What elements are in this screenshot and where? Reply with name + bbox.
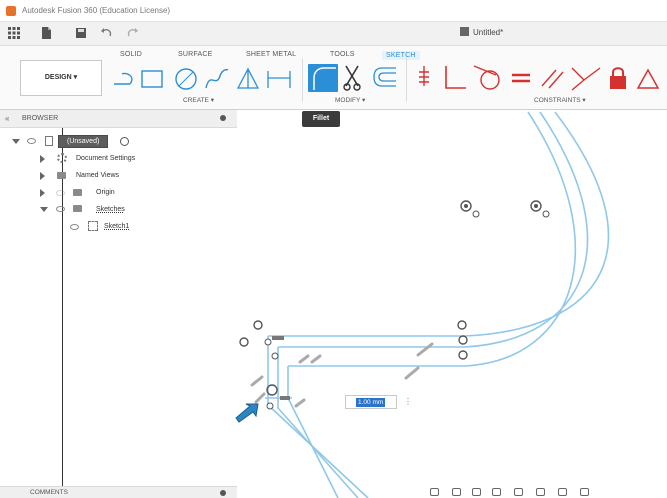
navigation-bar (420, 486, 600, 498)
zoom-icon[interactable] (492, 488, 501, 496)
concentric-icon (460, 200, 480, 218)
dimension-input[interactable]: 1.00 mm ⋮ (345, 395, 412, 409)
more-options-icon[interactable]: ⋮ (404, 397, 412, 406)
sketch-canvas[interactable] (0, 0, 667, 498)
sketch-line-inner[interactable] (287, 366, 339, 498)
tangent-marker-icon (239, 320, 272, 347)
look-at-icon[interactable] (452, 488, 461, 496)
comments-title: COMMENTS (30, 489, 68, 496)
constraint-glyphs (239, 200, 550, 410)
orbit-icon[interactable] (430, 488, 439, 496)
comments-panel-header[interactable]: COMMENTS (0, 486, 237, 498)
sketch-arc-outer[interactable] (268, 111, 610, 337)
viewports-icon[interactable] (580, 488, 589, 496)
pan-icon[interactable] (472, 488, 481, 496)
tangent-marker-icon (457, 320, 468, 360)
sketch-arc-middle[interactable] (278, 111, 589, 348)
grid-settings-icon[interactable] (558, 488, 567, 496)
dimension-value[interactable]: 1.00 mm (356, 398, 386, 407)
sketch-line-middle[interactable] (277, 347, 359, 498)
sketch-arc-inner[interactable] (288, 111, 576, 367)
sketch-line-outer[interactable] (267, 336, 369, 498)
concentric-icon (530, 200, 550, 218)
display-settings-icon[interactable] (536, 488, 545, 496)
cursor-arrow-icon (235, 403, 259, 423)
fit-icon[interactable] (514, 488, 523, 496)
pin-icon[interactable] (220, 490, 226, 496)
